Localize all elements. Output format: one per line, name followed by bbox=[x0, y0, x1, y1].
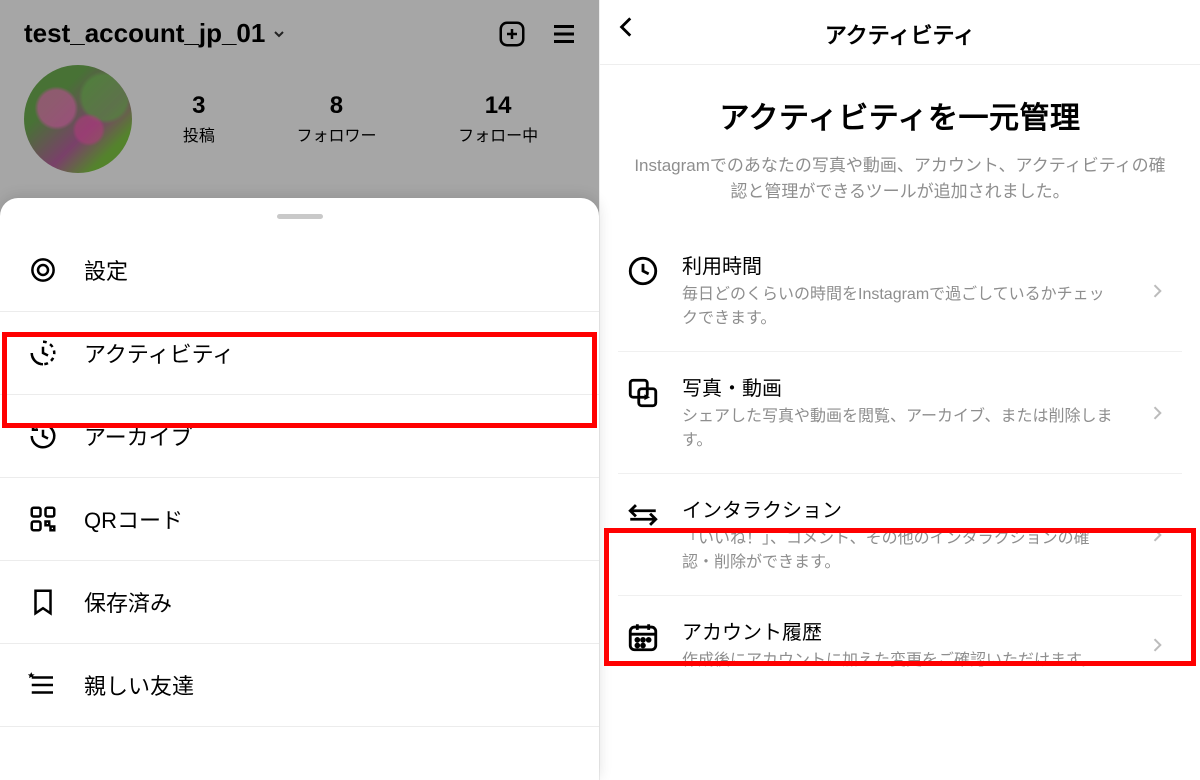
qrcode-icon bbox=[26, 502, 60, 536]
chevron-right-icon bbox=[1138, 626, 1176, 664]
dim-overlay bbox=[0, 0, 599, 220]
activity-icon bbox=[26, 336, 60, 370]
item-texts: 写真・動画 シェアした写真や動画を閲覧、アーカイブ、または削除します。 bbox=[682, 372, 1118, 453]
activity-screen: アクティビティ アクティビティを一元管理 Instagramでのあなたの写真や動… bbox=[600, 0, 1200, 780]
menu-close-friends[interactable]: 親しい友達 bbox=[0, 644, 599, 727]
item-texts: アカウント履歴 作成後にアカウントに加えた変更をご確認いただけます。 bbox=[682, 616, 1118, 673]
menu-saved[interactable]: 保存済み bbox=[0, 561, 599, 644]
header-title: アクティビティ bbox=[825, 18, 975, 50]
item-account-history[interactable]: アカウント履歴 作成後にアカウントに加えた変更をご確認いただけます。 bbox=[618, 595, 1182, 693]
item-title: アカウント履歴 bbox=[682, 616, 1118, 645]
item-subtitle: 「いいね！」、コメント、その他のインタラクションの確認・削除ができます。 bbox=[682, 527, 1118, 575]
menu-qrcode[interactable]: QRコード bbox=[0, 478, 599, 561]
item-interactions[interactable]: インタラクション 「いいね！」、コメント、その他のインタラクションの確認・削除が… bbox=[618, 473, 1182, 595]
archive-icon bbox=[26, 419, 60, 453]
activity-hero: アクティビティを一元管理 Instagramでのあなたの写真や動画、アカウント、… bbox=[600, 65, 1200, 230]
clock-icon bbox=[624, 252, 662, 290]
activity-header: アクティビティ bbox=[600, 0, 1200, 65]
item-title: 利用時間 bbox=[682, 250, 1118, 279]
menu-activity[interactable]: アクティビティ bbox=[0, 312, 599, 395]
calendar-icon bbox=[624, 618, 662, 656]
back-icon[interactable] bbox=[614, 14, 640, 40]
menu-label: アーカイブ bbox=[84, 420, 573, 452]
bottom-sheet: 設定 アクティビティ アーカイブ QRコード 保存済み bbox=[0, 198, 599, 780]
chevron-right-icon bbox=[1138, 272, 1176, 310]
menu-settings[interactable]: 設定 bbox=[0, 229, 599, 312]
item-texts: インタラクション 「いいね！」、コメント、その他のインタラクションの確認・削除が… bbox=[682, 494, 1118, 575]
bookmark-icon bbox=[26, 585, 60, 619]
menu-label: 設定 bbox=[84, 254, 573, 286]
item-time-spent[interactable]: 利用時間 毎日どのくらいの時間をInstagramで過ごしているかチェックできま… bbox=[618, 230, 1182, 351]
menu-label: 親しい友達 bbox=[84, 669, 573, 701]
activity-list: 利用時間 毎日どのくらいの時間をInstagramで過ごしているかチェックできま… bbox=[600, 230, 1200, 693]
chevron-right-icon bbox=[1138, 394, 1176, 432]
gear-icon bbox=[26, 253, 60, 287]
item-subtitle: 作成後にアカウントに加えた変更をご確認いただけます。 bbox=[682, 649, 1118, 673]
item-subtitle: 毎日どのくらいの時間をInstagramで過ごしているかチェックできます。 bbox=[682, 283, 1118, 331]
menu-archive[interactable]: アーカイブ bbox=[0, 395, 599, 478]
close-friends-icon bbox=[26, 668, 60, 702]
menu-label: 保存済み bbox=[84, 586, 573, 618]
hero-title: アクティビティを一元管理 bbox=[630, 93, 1170, 137]
hero-subtitle: Instagramでのあなたの写真や動画、アカウント、アクティビティの確認と管理… bbox=[630, 153, 1170, 206]
media-icon bbox=[624, 374, 662, 412]
item-photos-videos[interactable]: 写真・動画 シェアした写真や動画を閲覧、アーカイブ、または削除します。 bbox=[618, 351, 1182, 473]
item-title: 写真・動画 bbox=[682, 372, 1118, 401]
item-title: インタラクション bbox=[682, 494, 1118, 523]
menu-label: アクティビティ bbox=[84, 337, 573, 369]
item-subtitle: シェアした写真や動画を閲覧、アーカイブ、または削除します。 bbox=[682, 405, 1118, 453]
menu-label: QRコード bbox=[84, 503, 573, 535]
sheet-grabber[interactable] bbox=[277, 214, 323, 219]
interactions-icon bbox=[624, 496, 662, 534]
profile-screen: test_account_jp_01 3 投稿 8 フォロワー bbox=[0, 0, 600, 780]
item-texts: 利用時間 毎日どのくらいの時間をInstagramで過ごしているかチェックできま… bbox=[682, 250, 1118, 331]
chevron-right-icon bbox=[1138, 516, 1176, 554]
